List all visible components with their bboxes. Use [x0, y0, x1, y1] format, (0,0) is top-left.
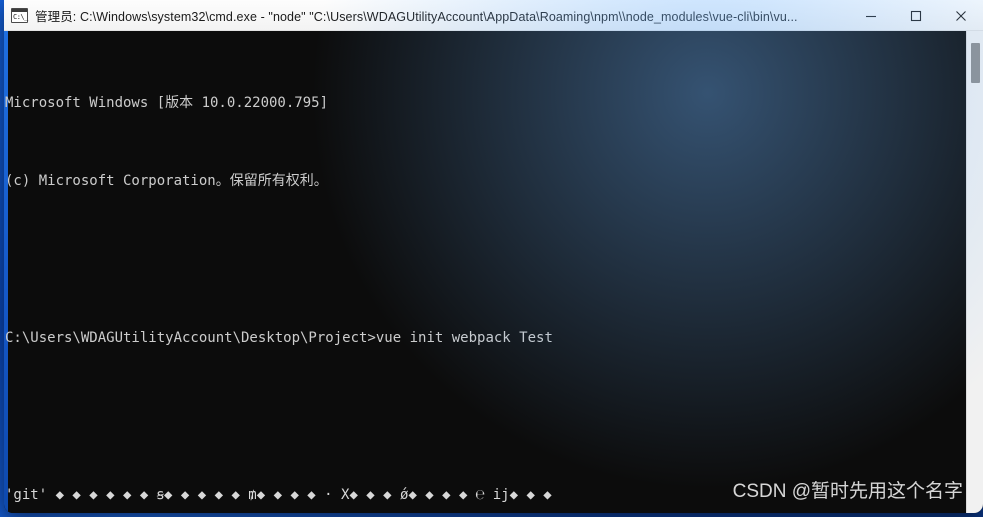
prompt-path: C:\Users\WDAGUtilityAccount\Desktop\Proj…	[5, 329, 376, 346]
vertical-scrollbar[interactable]	[966, 31, 983, 513]
maximize-button[interactable]	[893, 0, 938, 31]
prompt-command: vue init webpack Test	[375, 329, 553, 346]
cmd-icon: C:\_	[11, 7, 28, 23]
terminal-line-banner-1: Microsoft Windows [版本 10.0.22000.795]	[5, 94, 966, 114]
terminal-blank-1	[5, 251, 966, 271]
terminal-blank-2	[5, 407, 966, 427]
banner-text-2: (c) Microsoft Corporation。保留所有权利。	[5, 173, 328, 190]
vertical-scroll-thumb[interactable]	[971, 43, 980, 83]
minimize-icon	[865, 15, 876, 17]
close-icon	[955, 10, 966, 21]
terminal-line-prompt: C:\Users\WDAGUtilityAccount\Desktop\Proj…	[5, 329, 966, 349]
terminal-line-banner-2: (c) Microsoft Corporation。保留所有权利。	[5, 172, 966, 192]
garbled-text-1: 'git' ◆ ◆ ◆ ◆ ◆ ◆ ꞩ◆ ◆ ◆ ◆ ◆ ₥◆ ◆ ◆ ◆ · …	[5, 486, 552, 503]
window-controls	[848, 0, 983, 30]
banner-text-1: Microsoft Windows [版本 10.0.22000.795]	[5, 94, 329, 111]
terminal-output[interactable]: Microsoft Windows [版本 10.0.22000.795] (c…	[4, 31, 966, 513]
minimize-button[interactable]	[848, 0, 893, 31]
terminal-line-garbled-1: 'git' ◆ ◆ ◆ ◆ ◆ ◆ ꞩ◆ ◆ ◆ ◆ ◆ ₥◆ ◆ ◆ ◆ · …	[5, 486, 966, 506]
maximize-icon	[910, 10, 921, 21]
window-title: 管理员: C:\Windows\system32\cmd.exe - "node…	[35, 9, 798, 24]
console-body: Microsoft Windows [版本 10.0.22000.795] (c…	[4, 31, 983, 513]
desktop-background: C:\_ 管理员: C:\Windows\system32\cmd.exe - …	[0, 0, 983, 517]
cmd-icon-glyph: C:\_	[13, 12, 28, 21]
title-bar[interactable]: C:\_ 管理员: C:\Windows\system32\cmd.exe - …	[4, 0, 983, 31]
console-window: C:\_ 管理员: C:\Windows\system32\cmd.exe - …	[4, 0, 983, 513]
close-button[interactable]	[938, 0, 983, 31]
